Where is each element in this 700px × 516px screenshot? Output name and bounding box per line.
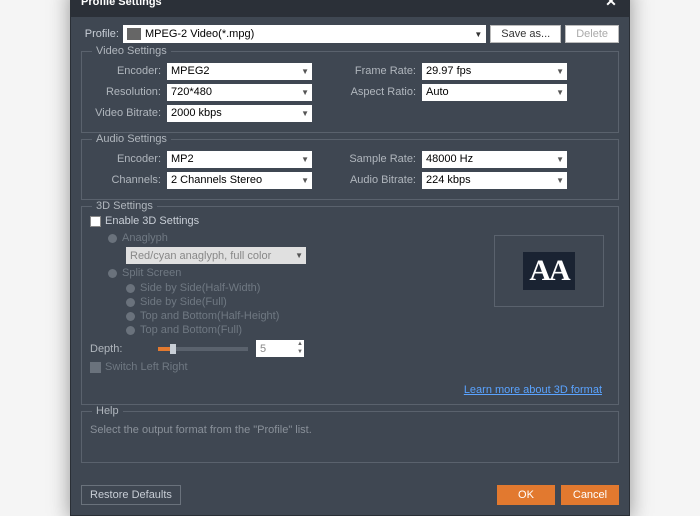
learn-more-link[interactable]: Learn more about 3D format (464, 384, 602, 396)
resolution-select[interactable]: 720*480▼ (167, 84, 312, 101)
depth-label: Depth: (90, 343, 150, 355)
video-settings-title: Video Settings (92, 45, 171, 57)
tb-full-radio[interactable]: Top and Bottom(Full) (108, 324, 484, 336)
3d-settings-title: 3D Settings (92, 200, 157, 212)
delete-button[interactable]: Delete (565, 25, 619, 43)
profile-select[interactable]: MPEG-2 Video(*.mpg) ▼ (123, 25, 486, 43)
chevron-down-icon: ▼ (295, 251, 303, 260)
restore-defaults-button[interactable]: Restore Defaults (81, 485, 181, 505)
chevron-down-icon: ▼ (301, 109, 309, 118)
help-group: Help Select the output format from the "… (81, 411, 619, 463)
profile-label: Profile: (81, 28, 119, 40)
audio-settings-group: Audio Settings Encoder: MP2▼ Sample Rate… (81, 139, 619, 200)
frame-rate-select[interactable]: 29.97 fps▼ (422, 63, 567, 80)
chevron-down-icon: ▼ (556, 88, 564, 97)
channels-select[interactable]: 2 Channels Stereo▼ (167, 172, 312, 189)
chevron-down-icon: ▼ (556, 176, 564, 185)
video-encoder-select[interactable]: MPEG2▼ (167, 63, 312, 80)
switch-lr-checkbox[interactable]: Switch Left Right (90, 361, 484, 373)
spinner-icon: ▲▼ (297, 340, 303, 356)
depth-spinner[interactable]: 5▲▼ (256, 340, 304, 357)
close-icon[interactable]: ✕ (603, 0, 619, 10)
3d-settings-group: 3D Settings Enable 3D Settings Anaglyph … (81, 206, 619, 405)
aspect-ratio-select[interactable]: Auto▼ (422, 84, 567, 101)
channels-label: Channels: (82, 174, 167, 186)
chevron-down-icon: ▼ (556, 67, 564, 76)
help-text: Select the output format from the "Profi… (82, 420, 610, 454)
tb-half-radio[interactable]: Top and Bottom(Half-Height) (108, 310, 484, 322)
resolution-label: Resolution: (82, 86, 167, 98)
sample-rate-select[interactable]: 48000 Hz▼ (422, 151, 567, 168)
radio-icon (126, 298, 135, 307)
radio-icon (126, 312, 135, 321)
profile-settings-dialog: Profile Settings ✕ Profile: MPEG-2 Video… (70, 0, 630, 516)
radio-icon (108, 234, 117, 243)
sample-rate-label: Sample Rate: (337, 153, 422, 165)
preview-text: AA (523, 252, 574, 290)
checkbox-icon (90, 362, 101, 373)
radio-icon (126, 326, 135, 335)
checkbox-icon (90, 216, 101, 227)
audio-bitrate-select[interactable]: 224 kbps▼ (422, 172, 567, 189)
split-screen-radio[interactable]: Split Screen (108, 267, 484, 279)
depth-slider[interactable] (158, 347, 248, 351)
enable-3d-checkbox[interactable]: Enable 3D Settings (90, 215, 610, 227)
save-as-button[interactable]: Save as... (490, 25, 561, 43)
chevron-down-icon: ▼ (301, 67, 309, 76)
audio-encoder-label: Encoder: (82, 153, 167, 165)
aspect-ratio-label: Aspect Ratio: (337, 86, 422, 98)
radio-icon (126, 284, 135, 293)
audio-encoder-select[interactable]: MP2▼ (167, 151, 312, 168)
video-settings-group: Video Settings Encoder: MPEG2▼ Frame Rat… (81, 51, 619, 133)
profile-value: MPEG-2 Video(*.mpg) (145, 28, 254, 40)
sbs-full-radio[interactable]: Side by Side(Full) (108, 296, 484, 308)
anaglyph-radio[interactable]: Anaglyph (108, 232, 484, 244)
chevron-down-icon: ▼ (301, 88, 309, 97)
chevron-down-icon: ▼ (474, 30, 482, 39)
chevron-down-icon: ▼ (301, 176, 309, 185)
file-type-icon (127, 28, 141, 40)
video-encoder-label: Encoder: (82, 65, 167, 77)
audio-settings-title: Audio Settings (92, 133, 171, 145)
video-bitrate-select[interactable]: 2000 kbps▼ (167, 105, 312, 122)
radio-icon (108, 269, 117, 278)
video-bitrate-label: Video Bitrate: (82, 107, 167, 119)
chevron-down-icon: ▼ (301, 155, 309, 164)
frame-rate-label: Frame Rate: (337, 65, 422, 77)
cancel-button[interactable]: Cancel (561, 485, 619, 505)
help-title: Help (92, 405, 123, 417)
anaglyph-mode-select[interactable]: Red/cyan anaglyph, full color▼ (126, 247, 306, 264)
dialog-title: Profile Settings (81, 0, 162, 8)
chevron-down-icon: ▼ (556, 155, 564, 164)
3d-preview: AA (494, 235, 604, 307)
ok-button[interactable]: OK (497, 485, 555, 505)
titlebar: Profile Settings ✕ (71, 0, 629, 17)
audio-bitrate-label: Audio Bitrate: (337, 174, 422, 186)
sbs-half-radio[interactable]: Side by Side(Half-Width) (108, 282, 484, 294)
